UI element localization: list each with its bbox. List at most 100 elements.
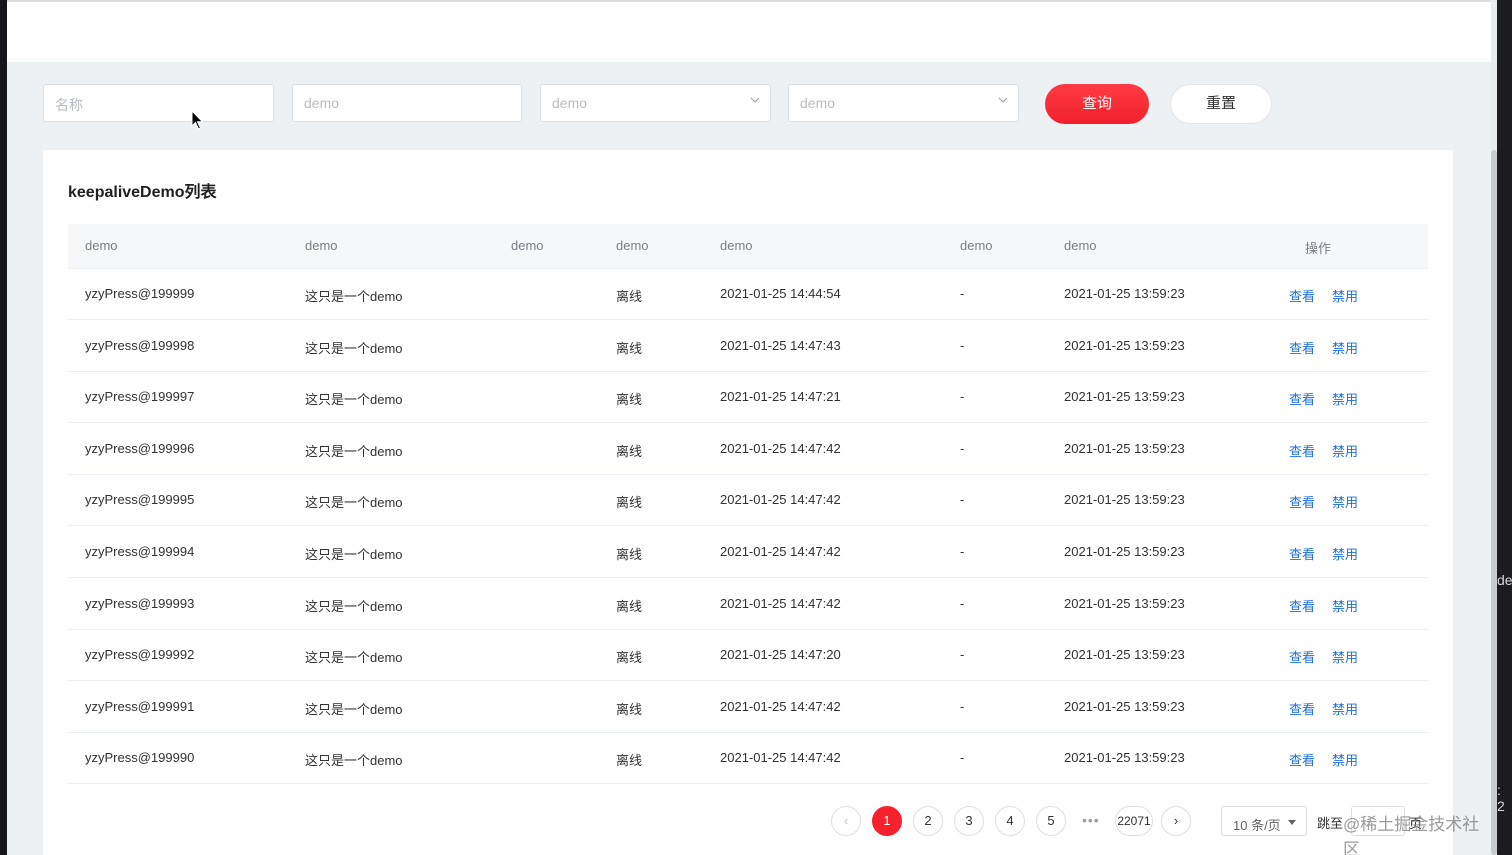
disable-link[interactable]: 禁用 — [1332, 492, 1358, 511]
caret-down-icon — [1288, 820, 1296, 825]
demo-select-2[interactable]: demo — [788, 84, 1019, 122]
disable-link[interactable]: 禁用 — [1332, 338, 1358, 357]
prev-page-button[interactable]: ‹ — [831, 806, 861, 836]
cell-status: 离线 — [616, 701, 643, 717]
last-page-button[interactable]: 22071 — [1115, 806, 1153, 836]
page-size-select[interactable]: 10 条/页 — [1221, 806, 1307, 836]
cell-desc: 这只是一个demo — [305, 547, 403, 562]
cell-time1: 2021-01-25 14:47:43 — [720, 337, 841, 353]
demo-input-placeholder: demo — [304, 95, 340, 111]
name-input-placeholder: 名称 — [55, 97, 83, 113]
disable-link[interactable]: 禁用 — [1332, 750, 1358, 769]
reset-button[interactable]: 重置 — [1170, 84, 1272, 124]
view-link[interactable]: 查看 — [1289, 647, 1315, 666]
cell-dash: - — [960, 647, 965, 663]
mouse-cursor-icon — [191, 110, 204, 130]
chevron-down-icon — [750, 97, 760, 103]
view-link[interactable]: 查看 — [1289, 699, 1315, 718]
goto-label: 跳至 — [1317, 816, 1344, 831]
cell-time1: 2021-01-25 14:47:42 — [720, 595, 841, 611]
cell-desc: 这只是一个demo — [305, 392, 403, 408]
cell-id: yzyPress@199991 — [85, 698, 195, 714]
column-header: demo — [85, 238, 118, 253]
cell-status: 离线 — [616, 650, 643, 666]
cell-time2: 2021-01-25 13:59:23 — [1064, 286, 1185, 301]
cell-dash: - — [960, 440, 965, 456]
cell-desc: 这只是一个demo — [305, 701, 403, 717]
disable-link[interactable]: 禁用 — [1332, 286, 1358, 305]
demo-select-1[interactable]: demo — [540, 84, 771, 122]
demo-select-1-placeholder: demo — [552, 95, 588, 111]
cell-status: 离线 — [616, 392, 643, 408]
disable-link[interactable]: 禁用 — [1332, 389, 1358, 408]
cell-id: yzyPress@199998 — [85, 337, 195, 353]
view-link[interactable]: 查看 — [1289, 441, 1315, 460]
page-button-4[interactable]: 4 — [995, 806, 1025, 836]
cell-status: 离线 — [616, 443, 643, 459]
chevron-down-icon — [998, 97, 1008, 103]
view-link[interactable]: 查看 — [1289, 544, 1315, 563]
page-button-2[interactable]: 2 — [913, 806, 943, 836]
cell-status: 离线 — [616, 598, 643, 614]
page-button-5[interactable]: 5 — [1036, 806, 1066, 836]
view-link[interactable]: 查看 — [1289, 750, 1315, 769]
view-link[interactable]: 查看 — [1289, 286, 1315, 305]
cell-id: yzyPress@199992 — [85, 647, 195, 663]
cell-desc: 这只是一个demo — [305, 650, 403, 666]
disable-link[interactable]: 禁用 — [1332, 699, 1358, 718]
cell-desc: 这只是一个demo — [305, 753, 403, 769]
cell-time1: 2021-01-25 14:47:42 — [720, 440, 841, 456]
name-input[interactable]: 名称 — [43, 84, 274, 122]
cell-dash: - — [960, 698, 965, 714]
query-button[interactable]: 查询 — [1045, 84, 1149, 124]
background-text-fragment: de — [1497, 572, 1512, 588]
cell-time2: 2021-01-25 13:59:23 — [1064, 389, 1185, 405]
cell-time1: 2021-01-25 14:47:42 — [720, 750, 841, 766]
cell-time1: 2021-01-25 14:44:54 — [720, 286, 841, 301]
cell-dash: - — [960, 337, 965, 353]
cell-status: 离线 — [616, 547, 643, 562]
disable-link[interactable]: 禁用 — [1332, 596, 1358, 615]
view-link[interactable]: 查看 — [1289, 338, 1315, 357]
cell-id: yzyPress@199994 — [85, 544, 195, 559]
table-header: demo demo demo demo demo demo demo 操作 — [68, 224, 1428, 269]
cell-time1: 2021-01-25 14:47:21 — [720, 389, 841, 405]
cell-dash: - — [960, 492, 965, 508]
cell-id: yzyPress@199993 — [85, 595, 195, 611]
table-row: yzyPress@199998 这只是一个demo 离线 2021-01-25 14:… — [68, 320, 1428, 372]
cell-dash: - — [960, 750, 965, 766]
view-link[interactable]: 查看 — [1289, 389, 1315, 408]
disable-link[interactable]: 禁用 — [1332, 647, 1358, 666]
column-header: demo — [720, 238, 753, 253]
demo-input[interactable]: demo — [292, 84, 522, 122]
right-window-edge — [1497, 0, 1512, 855]
cell-id: yzyPress@199996 — [85, 440, 195, 456]
view-link[interactable]: 查看 — [1289, 596, 1315, 615]
cell-id: yzyPress@199997 — [85, 389, 195, 405]
column-header: demo — [511, 238, 544, 253]
page-button-3[interactable]: 3 — [954, 806, 984, 836]
cell-desc: 这只是一个demo — [305, 340, 403, 356]
cell-dash: - — [960, 389, 965, 405]
disable-link[interactable]: 禁用 — [1332, 441, 1358, 460]
view-link[interactable]: 查看 — [1289, 492, 1315, 511]
cell-id: yzyPress@199990 — [85, 750, 195, 766]
table-row: yzyPress@199990 这只是一个demo 离线 2021-01-25 14:… — [68, 732, 1428, 785]
cell-status: 离线 — [616, 289, 643, 304]
column-header: demo — [305, 238, 338, 253]
cell-dash: - — [960, 286, 965, 301]
more-pages-ellipsis[interactable]: ••• — [1082, 812, 1100, 828]
disable-link[interactable]: 禁用 — [1332, 544, 1358, 563]
app-window: 名称 demo demo demo 查询 重置 keepaliveDemo列表 … — [7, 0, 1491, 855]
cell-status: 离线 — [616, 753, 643, 769]
cell-status: 离线 — [616, 340, 643, 356]
background-text-fragment: : 2 — [1497, 782, 1505, 814]
table-row: yzyPress@199992 这只是一个demo 离线 2021-01-25 14:… — [68, 629, 1428, 682]
page-button-1[interactable]: 1 — [872, 806, 902, 836]
table-row: yzyPress@199991 这只是一个demo 离线 2021-01-25 14:… — [68, 681, 1428, 733]
cell-time2: 2021-01-25 13:59:23 — [1064, 544, 1185, 559]
next-page-button[interactable]: › — [1161, 806, 1191, 836]
table-row: yzyPress@199999 这只是一个demo 离线 2021-01-25 14:… — [68, 268, 1428, 320]
column-header: demo — [960, 238, 993, 253]
cell-time1: 2021-01-25 14:47:42 — [720, 492, 841, 508]
